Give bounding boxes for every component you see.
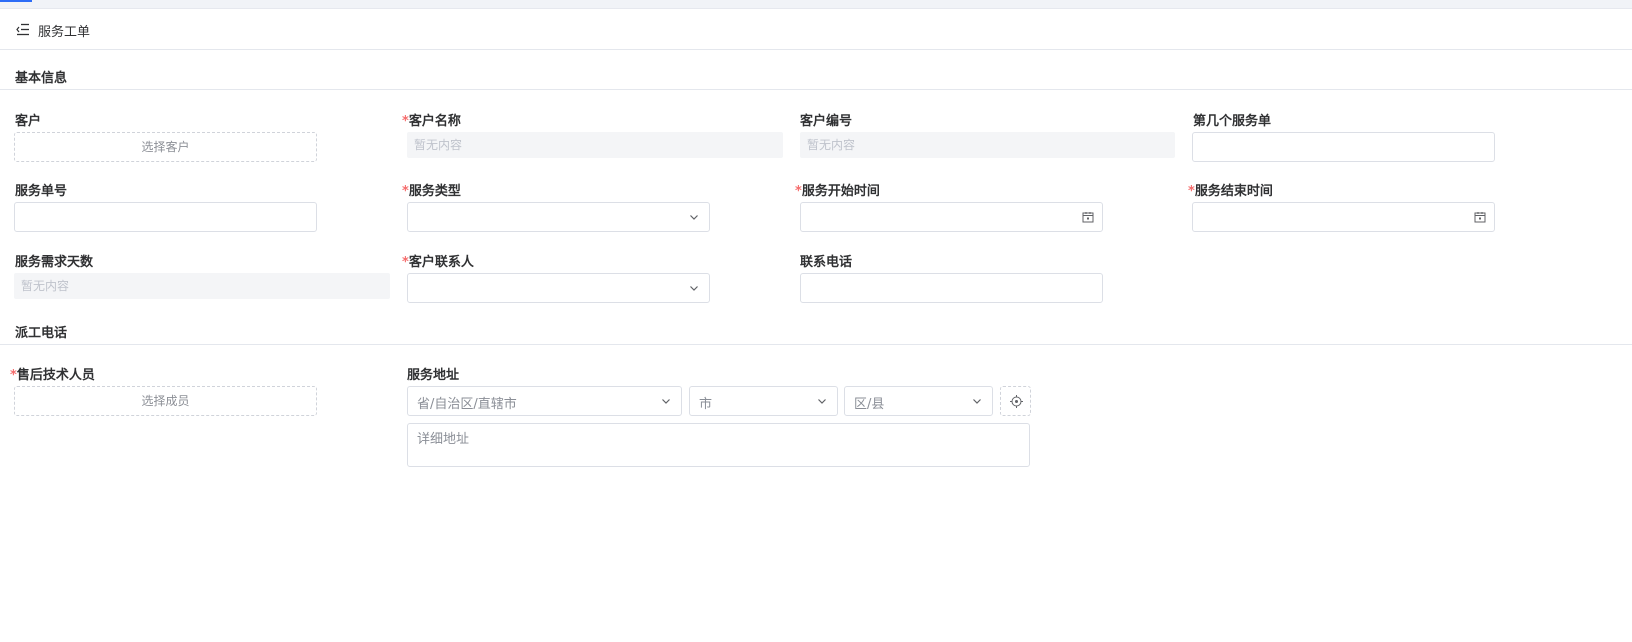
chevron-down-icon: [662, 399, 670, 404]
service-type-select[interactable]: [407, 202, 710, 232]
locate-button[interactable]: [1000, 386, 1031, 416]
contact-person-label: *客户联系人: [402, 255, 474, 270]
customer-code-label: 客户编号: [800, 114, 853, 129]
customer-code-field: 暂无内容: [800, 132, 1175, 158]
chevron-down-icon: [690, 286, 698, 291]
select-customer-button[interactable]: 选择客户: [14, 132, 317, 162]
customer-name-field: 暂无内容: [407, 132, 783, 158]
detail-address-textarea[interactable]: 详细地址: [407, 423, 1030, 467]
start-time-picker[interactable]: [800, 202, 1103, 232]
province-placeholder: 省/自治区/直辖市: [417, 397, 517, 412]
service-seq-input[interactable]: [1192, 132, 1495, 162]
district-select[interactable]: 区/县: [844, 386, 993, 416]
section-divider: [0, 89, 1632, 90]
service-no-input[interactable]: [14, 202, 317, 232]
customer-label: 客户: [15, 114, 42, 129]
top-tab-strip: [0, 0, 1632, 9]
contact-phone-label: 联系电话: [800, 255, 853, 270]
demand-days-field: 暂无内容: [14, 273, 390, 299]
end-time-label: *服务结束时间: [1188, 184, 1273, 199]
section-divider: [0, 344, 1632, 345]
active-tab-indicator: [0, 0, 32, 2]
chevron-down-icon: [818, 399, 826, 404]
city-placeholder: 市: [699, 397, 713, 412]
technician-label: *售后技术人员: [10, 368, 95, 383]
page-header: 服务工单: [0, 9, 1632, 50]
district-placeholder: 区/县: [854, 397, 885, 412]
province-select[interactable]: 省/自治区/直辖市: [407, 386, 682, 416]
contact-person-select[interactable]: [407, 273, 710, 303]
page-title: 服务工单: [38, 25, 91, 40]
section-title-dispatch: 派工电话: [15, 326, 68, 341]
calendar-icon: [1474, 212, 1486, 223]
address-label: 服务地址: [407, 368, 460, 383]
locate-icon: [1010, 395, 1023, 408]
detail-address-placeholder: 详细地址: [417, 432, 470, 447]
service-seq-label: 第几个服务单: [1193, 114, 1272, 129]
chevron-down-icon: [973, 399, 981, 404]
city-select[interactable]: 市: [689, 386, 838, 416]
end-time-picker[interactable]: [1192, 202, 1495, 232]
service-type-label: *服务类型: [402, 184, 461, 199]
start-time-label: *服务开始时间: [795, 184, 880, 199]
menu-fold-icon[interactable]: [16, 23, 30, 36]
demand-days-label: 服务需求天数: [15, 255, 94, 270]
section-title-basic: 基本信息: [15, 71, 68, 86]
service-no-label: 服务单号: [15, 184, 68, 199]
chevron-down-icon: [690, 215, 698, 220]
calendar-icon: [1082, 212, 1094, 223]
select-member-button[interactable]: 选择成员: [14, 386, 317, 416]
customer-name-label: *客户名称: [402, 114, 461, 129]
contact-phone-input[interactable]: [800, 273, 1103, 303]
